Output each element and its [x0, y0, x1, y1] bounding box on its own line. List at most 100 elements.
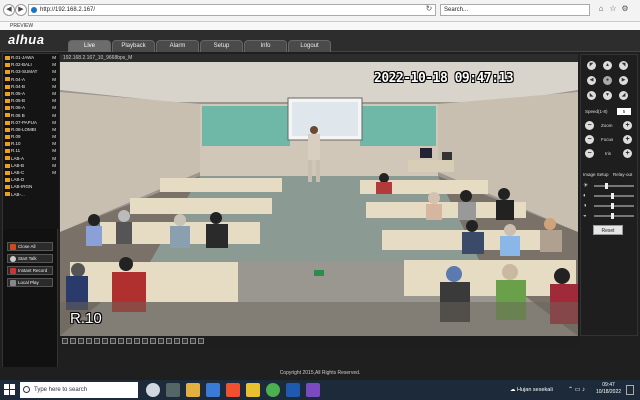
- help-icon[interactable]: [190, 338, 196, 344]
- channel-item[interactable]: LAB-A M: [3, 155, 59, 162]
- channel-stream-mark[interactable]: M: [52, 104, 56, 111]
- tray-icons[interactable]: ⌃ ▭ ♪: [568, 386, 585, 393]
- layout-1-icon[interactable]: [62, 338, 68, 344]
- browser-search-input[interactable]: Search...: [440, 4, 590, 16]
- tab-playback[interactable]: Playback: [112, 40, 155, 52]
- channel-stream-mark[interactable]: M: [52, 61, 56, 68]
- stream-sub-icon[interactable]: [134, 338, 140, 344]
- channel-item[interactable]: R.04-B M: [3, 83, 59, 90]
- audio-icon[interactable]: [118, 338, 124, 344]
- channel-stream-mark[interactable]: M: [52, 162, 56, 169]
- channel-item[interactable]: R.09 M: [3, 133, 59, 140]
- video-window[interactable]: 192.168.2.167_10_9668bps_M 2022-10-18 09…: [60, 54, 578, 336]
- channel-item[interactable]: R.03-SUMAT M: [3, 68, 59, 75]
- more-icon[interactable]: [198, 338, 204, 344]
- channel-stream-mark[interactable]: M: [52, 147, 56, 154]
- channel-item[interactable]: R.10 M: [3, 140, 59, 147]
- contrast-knob[interactable]: [610, 193, 614, 199]
- channel-item[interactable]: R.04-A M: [3, 76, 59, 83]
- channel-stream-mark[interactable]: M: [52, 68, 56, 75]
- ptz-down-right-icon[interactable]: ◢: [619, 91, 628, 100]
- channel-item[interactable]: R.01-JAWA M: [3, 54, 59, 61]
- refresh-icon[interactable]: ↻: [424, 4, 434, 14]
- tab-info[interactable]: Info: [244, 40, 287, 52]
- cortana-icon[interactable]: [146, 383, 160, 397]
- ptz-up-right-icon[interactable]: ◥: [619, 61, 628, 70]
- channel-list[interactable]: R.01-JAWA M R.02-BALI M R.03-SUMAT M R.04-A M R.…: [3, 54, 59, 229]
- reset-button[interactable]: Reset: [593, 225, 623, 235]
- channel-item[interactable]: R.02-BALI M: [3, 61, 59, 68]
- iris-minus-button[interactable]: −: [585, 149, 594, 158]
- ptz-down-icon[interactable]: ▼: [603, 91, 612, 100]
- focus-minus-button[interactable]: −: [585, 135, 594, 144]
- ptz-up-icon[interactable]: ▲: [603, 61, 612, 70]
- channel-item[interactable]: LAB-...: [3, 191, 59, 198]
- channel-stream-mark[interactable]: M: [52, 112, 56, 119]
- local-play-button[interactable]: Local Play: [7, 278, 53, 287]
- channel-item[interactable]: LAB-C M: [3, 169, 59, 176]
- layout-9-icon[interactable]: [78, 338, 84, 344]
- forward-icon[interactable]: ▶: [15, 4, 27, 16]
- relay-out-label[interactable]: Relay-out: [613, 172, 632, 177]
- stream-main-icon[interactable]: [126, 338, 132, 344]
- back-icon[interactable]: ◀: [3, 4, 15, 16]
- focus-plus-button[interactable]: +: [623, 135, 632, 144]
- channel-stream-mark[interactable]: M: [52, 83, 56, 90]
- weather-widget[interactable]: ☁ Hujan sesekali: [510, 382, 553, 398]
- speed-select[interactable]: 5: [617, 108, 631, 115]
- zoom-out-button[interactable]: −: [585, 121, 594, 130]
- channel-item[interactable]: LAB-IRGN: [3, 183, 59, 190]
- ptz-left-icon[interactable]: ◀: [587, 76, 596, 85]
- channel-stream-mark[interactable]: M: [52, 97, 56, 104]
- image-setup-label[interactable]: Image Setup: [583, 172, 609, 177]
- tab-live[interactable]: Live: [68, 40, 111, 52]
- channel-item[interactable]: R.05-A M: [3, 90, 59, 97]
- task-view-icon[interactable]: [166, 383, 180, 397]
- channel-stream-mark[interactable]: M: [52, 133, 56, 140]
- close-video-icon[interactable]: [166, 338, 172, 344]
- office-icon[interactable]: [226, 383, 240, 397]
- brightness-slider[interactable]: [594, 183, 634, 189]
- hue-knob[interactable]: [610, 213, 614, 219]
- channel-stream-mark[interactable]: M: [52, 155, 56, 162]
- close-all-button[interactable]: Close All: [7, 242, 53, 251]
- color-icon[interactable]: [158, 338, 164, 344]
- home-icon[interactable]: ⌂: [596, 4, 606, 14]
- zoom-icon[interactable]: [142, 338, 148, 344]
- channel-item[interactable]: R.11 M: [3, 147, 59, 154]
- store-icon[interactable]: [246, 383, 260, 397]
- instant-record-button[interactable]: Instant Record: [7, 266, 53, 275]
- channel-stream-mark[interactable]: M: [52, 119, 56, 126]
- channel-stream-mark[interactable]: M: [52, 54, 56, 61]
- channel-item[interactable]: R.06 B M: [3, 112, 59, 119]
- channel-item[interactable]: R.06-A M: [3, 104, 59, 111]
- notification-icon[interactable]: [626, 385, 634, 395]
- zoom-in-button[interactable]: +: [623, 121, 632, 130]
- chrome-icon[interactable]: [266, 383, 280, 397]
- layout-16-icon[interactable]: [94, 338, 100, 344]
- channel-stream-mark[interactable]: M: [52, 140, 56, 147]
- tab-alarm[interactable]: Alarm: [156, 40, 199, 52]
- channel-stream-mark[interactable]: M: [52, 169, 56, 176]
- internet-explorer-icon[interactable]: [286, 383, 300, 397]
- tab-setup[interactable]: Setup: [200, 40, 243, 52]
- channel-item[interactable]: R.07-PAPUA M: [3, 119, 59, 126]
- settings-gear-icon[interactable]: ⚙: [620, 4, 630, 14]
- iris-plus-button[interactable]: +: [623, 149, 632, 158]
- ptz-down-left-icon[interactable]: ◣: [587, 91, 596, 100]
- settings-icon[interactable]: [174, 338, 180, 344]
- favorites-star-icon[interactable]: ☆: [608, 4, 618, 14]
- system-clock[interactable]: 09:47 10/18/2022: [596, 382, 621, 396]
- saturation-knob[interactable]: [610, 203, 614, 209]
- mail-icon[interactable]: [206, 383, 220, 397]
- ptz-center-icon[interactable]: ●: [603, 76, 612, 85]
- channel-item[interactable]: R.05-B M: [3, 97, 59, 104]
- fullscreen-icon[interactable]: [86, 338, 92, 344]
- taskbar-search-input[interactable]: Type here to search: [20, 382, 138, 398]
- channel-item[interactable]: LAB-D: [3, 176, 59, 183]
- start-talk-button[interactable]: Start Talk: [7, 254, 53, 263]
- ptz-right-icon[interactable]: ▶: [619, 76, 628, 85]
- contrast-slider[interactable]: [594, 193, 634, 199]
- hue-slider[interactable]: [594, 213, 634, 219]
- channel-item[interactable]: LAB-B M: [3, 162, 59, 169]
